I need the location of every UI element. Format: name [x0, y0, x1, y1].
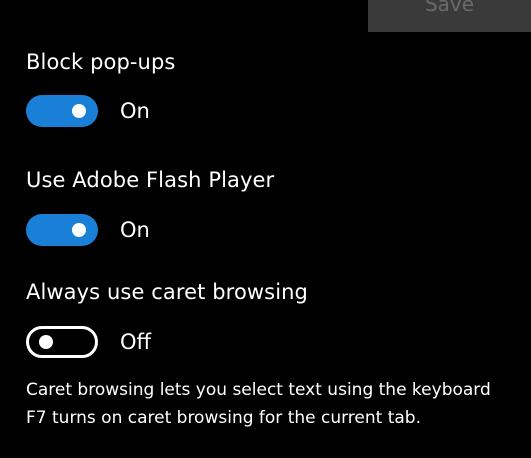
description-line-1: Caret browsing lets you select text usin… — [26, 380, 491, 400]
settings-panel: Save Block pop-ups On Use Adobe Flash Pl… — [0, 0, 531, 458]
block-popups-label: Block pop-ups — [26, 50, 176, 74]
flash-player-toggle-row: On — [26, 214, 150, 246]
save-button-label: Save — [424, 0, 475, 16]
caret-browsing-state: Off — [120, 330, 151, 354]
caret-browsing-toggle[interactable] — [26, 326, 98, 358]
flash-player-state: On — [120, 218, 150, 242]
description-line-2: F7 turns on caret browsing for the curre… — [26, 408, 422, 428]
block-popups-toggle-row: On — [26, 95, 150, 127]
caret-browsing-label: Always use caret browsing — [26, 280, 308, 304]
caret-browsing-toggle-row: Off — [26, 326, 151, 358]
flash-player-toggle[interactable] — [26, 214, 98, 246]
toggle-knob — [39, 335, 53, 349]
save-button[interactable]: Save — [368, 0, 531, 32]
toggle-knob — [72, 104, 86, 118]
block-popups-toggle[interactable] — [26, 95, 98, 127]
flash-player-label: Use Adobe Flash Player — [26, 168, 275, 192]
toggle-knob — [72, 223, 86, 237]
block-popups-state: On — [120, 99, 150, 123]
caret-browsing-description: Caret browsing lets you select text usin… — [26, 376, 531, 432]
